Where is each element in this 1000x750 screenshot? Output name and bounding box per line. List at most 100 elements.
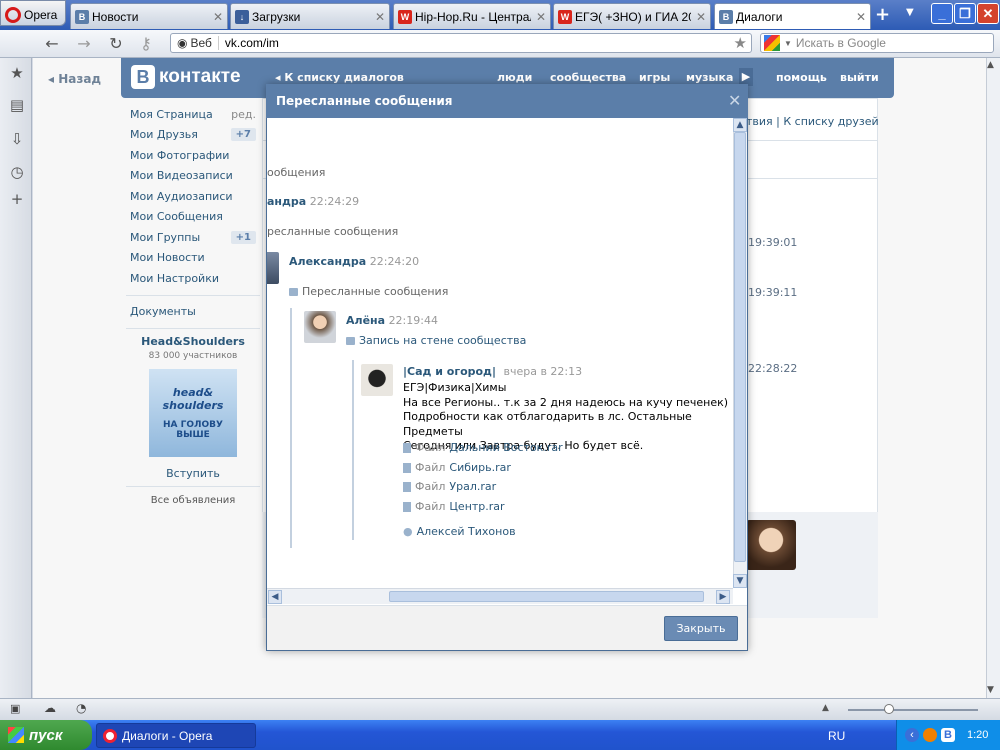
key-icon[interactable]: ⚷ — [136, 34, 156, 53]
author-name[interactable]: Алексей Тихонов — [417, 525, 516, 538]
downloads-icon[interactable]: ⇩ — [8, 130, 26, 148]
modal-close-icon[interactable]: ✕ — [728, 91, 741, 110]
back-arrow-icon[interactable]: ← — [42, 34, 62, 53]
all-ads-link[interactable]: Все объявления — [126, 495, 260, 506]
top-link-music[interactable]: музыка — [686, 71, 733, 84]
top-link-help[interactable]: помощь — [776, 71, 827, 84]
count-badge[interactable]: +1 — [230, 230, 256, 244]
file-attachment[interactable]: Файл Урал.rar — [403, 480, 496, 493]
zoom-slider-handle[interactable] — [884, 704, 894, 714]
history-clock-icon[interactable]: ◷ — [8, 163, 26, 181]
friend-avatar[interactable] — [746, 520, 796, 570]
sender-name[interactable]: Алёна — [346, 314, 385, 327]
file-name[interactable]: Урал.rar — [449, 480, 496, 493]
start-button[interactable]: пуск — [0, 720, 92, 750]
sender-name[interactable]: андра — [267, 195, 306, 208]
file-name[interactable]: Дальний Восток.rar — [449, 441, 562, 454]
bookmarks-star-icon[interactable]: ★ — [8, 64, 26, 82]
post-author[interactable]: ● Алексей Тихонов — [403, 525, 516, 538]
menu-item[interactable]: Мои Настройки — [126, 268, 260, 289]
file-attachment[interactable]: Файл Центр.rar — [403, 500, 505, 513]
modal-close-button[interactable]: Закрыть — [664, 616, 738, 641]
forward-arrow-icon[interactable]: → — [74, 34, 94, 53]
panel-toggle-icon[interactable]: ▣ — [10, 702, 20, 715]
tab-close-icon[interactable]: ✕ — [854, 10, 866, 24]
community-name[interactable]: |Сад и огород| — [403, 365, 496, 378]
scroll-down-icon[interactable]: ▼ — [733, 574, 747, 588]
tab-menu-icon[interactable]: ▼ — [906, 7, 914, 18]
top-link-communities[interactable]: сообщества — [550, 71, 626, 84]
browser-tab[interactable]: WHip-Hop.Ru - Централ...✕ — [393, 3, 551, 29]
site-info-badge[interactable]: ◉ Веб — [171, 36, 219, 50]
zoom-slider[interactable] — [848, 709, 978, 711]
scroll-right-icon[interactable]: ▶ — [716, 590, 730, 604]
browser-tab[interactable]: B Новости ✕ — [70, 3, 228, 29]
maximize-icon[interactable]: ❐ — [954, 3, 976, 24]
menu-item[interactable]: Мои Группы +1 — [126, 227, 260, 248]
wall-post-link[interactable]: Запись на стене сообщества — [359, 334, 526, 347]
tray-app-icon[interactable] — [923, 728, 937, 742]
ad-join-button[interactable]: Вступить — [126, 467, 260, 480]
top-link-games[interactable]: игры — [639, 71, 670, 84]
menu-item[interactable]: Мои Аудиозаписи — [126, 186, 260, 207]
menu-item[interactable]: Мои Видеозаписи — [126, 166, 260, 187]
tray-arrow-icon[interactable]: ‹ — [905, 728, 919, 742]
edit-link[interactable]: ред. — [231, 108, 256, 121]
scroll-left-icon[interactable]: ◀ — [268, 590, 282, 604]
vk-back-link[interactable]: ◂ Назад — [48, 72, 101, 86]
browser-tab[interactable]: WЕГЭ( +ЗНО) и ГИА 20...✕ — [553, 3, 711, 29]
sender-avatar[interactable] — [304, 311, 336, 343]
tab-close-icon[interactable]: ✕ — [534, 10, 546, 24]
menu-item[interactable]: Мои Сообщения — [126, 207, 260, 228]
close-window-icon[interactable]: ✕ — [977, 3, 999, 24]
taskbar-item-opera[interactable]: Диалоги - Opera — [96, 723, 256, 748]
tab-close-icon[interactable]: ✕ — [211, 10, 223, 24]
community-avatar[interactable] — [361, 364, 393, 396]
horizontal-scroll-thumb[interactable] — [389, 591, 704, 602]
page-scroll-down-icon[interactable]: ▼ — [987, 685, 994, 695]
bookmark-star-icon[interactable]: ★ — [734, 34, 747, 52]
file-attachment[interactable]: Файл Сибирь.rar — [403, 461, 511, 474]
notes-icon[interactable]: ▤ — [8, 96, 26, 114]
ad-image[interactable]: head& shoulders НА ГОЛОВУ ВЫШЕ — [149, 369, 237, 457]
language-indicator[interactable]: RU — [828, 729, 845, 743]
scroll-up-icon[interactable]: ▲ — [733, 118, 747, 132]
menu-item[interactable]: Мои Новости — [126, 248, 260, 269]
zoom-arrow-icon[interactable]: ▲ — [822, 703, 829, 713]
menu-item-documents[interactable]: Документы — [126, 302, 260, 323]
ad-title[interactable]: Head&Shoulders — [126, 335, 260, 348]
page-scroll-up-icon[interactable]: ▲ — [987, 60, 994, 70]
add-panel-icon[interactable]: + — [8, 190, 26, 208]
page-scrollbar[interactable] — [986, 58, 1000, 698]
turbo-icon[interactable]: ◔ — [76, 701, 86, 715]
search-field[interactable]: ▼ Искать в Google — [760, 33, 994, 53]
sender-avatar[interactable] — [267, 252, 279, 284]
reload-icon[interactable]: ↻ — [106, 34, 126, 53]
browser-tab[interactable]: ↓ Загрузки ✕ — [230, 3, 390, 29]
sender-name[interactable]: Александра — [289, 255, 366, 268]
file-attachment[interactable]: Файл Дальний Восток.rar — [403, 441, 563, 454]
back-to-dialogs-link[interactable]: ◂ К списку диалогов — [275, 71, 404, 84]
count-badge[interactable]: +7 — [230, 128, 256, 142]
address-field[interactable]: ◉ Веб vk.com/im ★ — [170, 33, 752, 53]
message-time: 22:28:22 — [748, 362, 798, 375]
menu-item[interactable]: Моя Страница ред. — [126, 104, 260, 125]
new-tab-icon[interactable]: + — [875, 4, 890, 25]
friends-list-links[interactable]: твия | К списку друзей — [746, 115, 879, 128]
tab-close-icon[interactable]: ✕ — [694, 10, 706, 24]
file-name[interactable]: Сибирь.rar — [449, 461, 511, 474]
opera-menu-button[interactable]: Opera — [0, 0, 66, 26]
file-name[interactable]: Центр.rar — [449, 500, 504, 513]
top-link-people[interactable]: люди — [497, 71, 532, 84]
menu-item[interactable]: Мои Друзья +7 — [126, 125, 260, 146]
tab-close-icon[interactable]: ✕ — [373, 10, 385, 24]
menu-item[interactable]: Мои Фотографии — [126, 145, 260, 166]
tray-vk-icon[interactable]: B — [941, 728, 955, 742]
browser-tab[interactable]: B Диалоги ✕ — [714, 3, 871, 29]
top-link-logout[interactable]: выйти — [840, 71, 879, 84]
minimize-icon[interactable]: _ — [931, 3, 953, 24]
search-dropdown-icon[interactable]: ▼ — [784, 39, 792, 48]
vertical-scroll-thumb[interactable] — [734, 132, 746, 562]
vk-logo[interactable]: B контакте — [131, 65, 241, 89]
unite-cloud-icon[interactable]: ☁ — [44, 701, 56, 715]
